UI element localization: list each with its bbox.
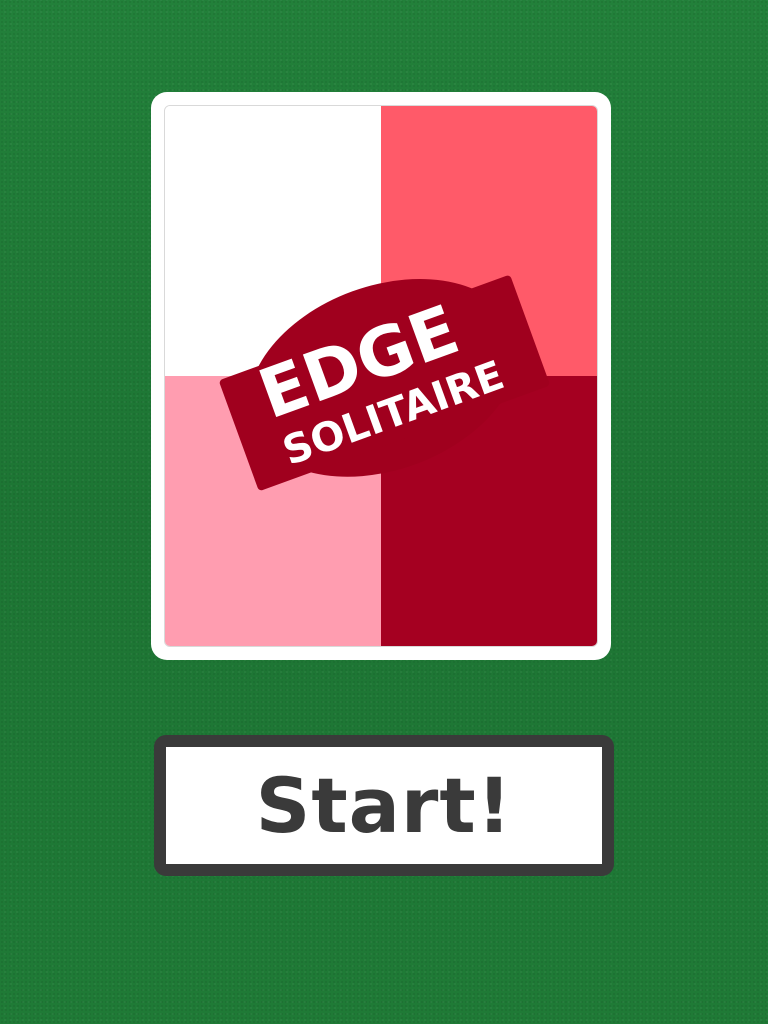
card-face: EDGE SOLITAIRE bbox=[164, 105, 598, 647]
start-button-label: Start! bbox=[255, 760, 513, 850]
start-button[interactable]: Start! bbox=[154, 735, 614, 876]
game-logo: EDGE SOLITAIRE bbox=[219, 275, 550, 491]
title-card: EDGE SOLITAIRE bbox=[151, 92, 611, 660]
